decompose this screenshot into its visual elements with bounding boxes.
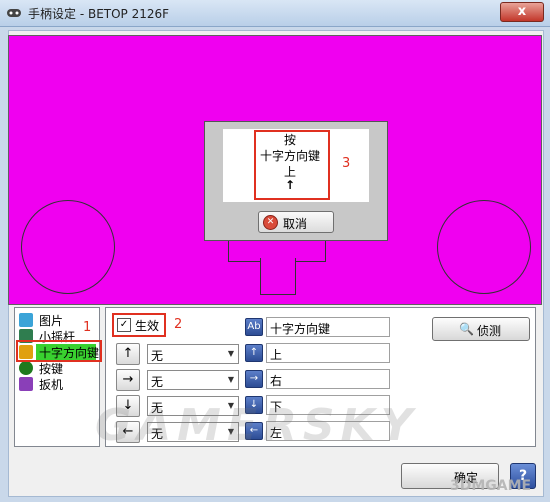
right-key-value: 右 [270, 374, 283, 388]
tree-item-label: 图片 [39, 314, 64, 328]
picture-icon [19, 313, 33, 327]
tree-item-label: 扳机 [39, 378, 64, 392]
button-icon [19, 361, 33, 375]
prompt-press: 按 [283, 133, 296, 147]
cancel-icon: ✕ [263, 215, 278, 230]
cancel-button[interactable]: ✕ 取消 [258, 211, 334, 233]
annotation-2: 2 [174, 317, 183, 332]
close-button[interactable]: x [500, 2, 544, 22]
right-key-icon: → [245, 370, 263, 388]
up-arrow-button[interactable]: ↑ [116, 343, 140, 365]
annotation-1: 1 [83, 320, 92, 335]
tree-highlight [16, 340, 102, 362]
left-stick[interactable] [21, 200, 115, 294]
trigger-icon [19, 377, 33, 391]
chevron-down-icon: ▼ [227, 349, 235, 358]
site-watermark: 3DMGAME [450, 478, 532, 494]
combo-value: 无 [151, 375, 164, 389]
key-name-field[interactable]: 十字方向键 [266, 317, 390, 337]
tree-item-label: 按键 [39, 362, 64, 376]
prompt-key: 十字方向键 [259, 149, 320, 163]
dpad-stem [260, 258, 296, 295]
magnifier-icon: 🔍 [459, 322, 474, 336]
chevron-down-icon: ▼ [227, 375, 235, 384]
up-arrow-icon: ↑ [284, 178, 296, 192]
up-key-icon: ↑ [245, 344, 263, 362]
right-mapping-select[interactable]: 无 ▼ [147, 370, 239, 390]
up-mapping-select[interactable]: 无 ▼ [147, 344, 239, 364]
right-stick[interactable] [437, 200, 531, 294]
key-name-value: 十字方向键 [270, 322, 331, 336]
enable-highlight [112, 313, 166, 337]
up-key-value: 上 [270, 348, 283, 362]
up-key-field[interactable]: 上 [266, 343, 390, 363]
annotation-3: 3 [342, 156, 351, 171]
watermark: GAMERSKY [95, 400, 419, 451]
right-arrow-button[interactable]: → [116, 369, 140, 391]
right-key-field[interactable]: 右 [266, 369, 390, 389]
key-name-icon: Ab [245, 318, 263, 336]
window-title: 手柄设定 - BETOP 2126F [28, 7, 170, 21]
combo-value: 无 [151, 349, 164, 363]
gamepad-icon [7, 9, 21, 17]
detect-label: 侦测 [477, 324, 502, 338]
cancel-label: 取消 [283, 217, 308, 231]
detect-button[interactable]: 🔍 侦测 [432, 317, 530, 341]
title-bar: 手柄设定 - BETOP 2126F x [0, 0, 550, 27]
